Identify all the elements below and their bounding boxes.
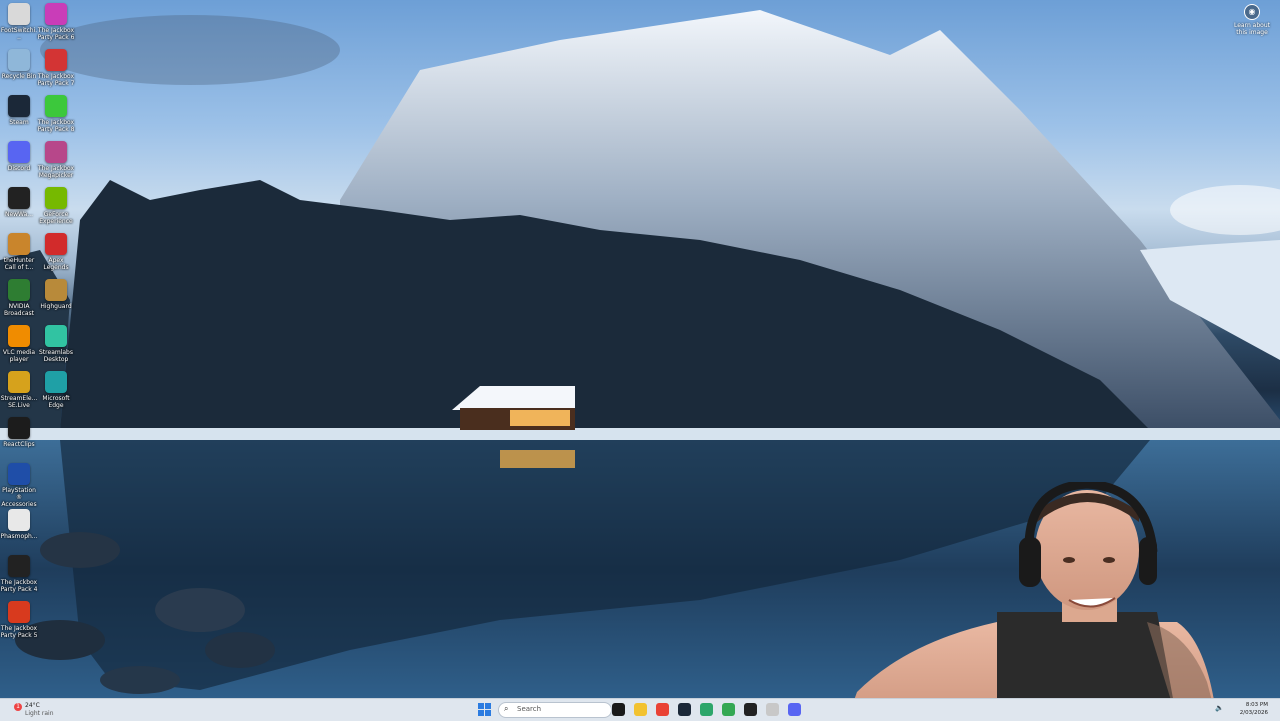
desktop-icon-label: The Jackbox Party Pack 6 bbox=[37, 27, 75, 41]
weather-temperature: 24°C bbox=[25, 702, 40, 709]
desktop-icon-label: The Jackbox Party Pack 8 bbox=[37, 119, 75, 133]
chrome-icon[interactable] bbox=[722, 703, 735, 716]
desktop-icon-label: Recycle Bin bbox=[1, 73, 37, 80]
desktop-icon[interactable]: PlayStation® Accessories bbox=[0, 463, 38, 508]
desktop-icon-label: The Jackbox Megapicker bbox=[37, 165, 75, 179]
webcam-overlay bbox=[847, 482, 1217, 720]
footswitch-icon bbox=[8, 3, 30, 25]
desktop-icon-label: Highguard bbox=[40, 303, 72, 310]
steam-icon bbox=[8, 95, 30, 117]
notes-icon[interactable] bbox=[766, 703, 779, 716]
desktop-icon-label: VLC media player bbox=[2, 349, 36, 363]
desktop-icon[interactable]: Streamlabs Desktop bbox=[37, 325, 75, 363]
file-explorer-icon[interactable] bbox=[634, 703, 647, 716]
app-icon bbox=[8, 187, 30, 209]
desktop-icon-label: theHunter Call of t... bbox=[3, 257, 35, 271]
jackbox4-icon bbox=[8, 555, 30, 577]
desktop-icon[interactable]: NVIDIA Broadcast bbox=[0, 279, 38, 317]
desktop-icon[interactable]: Phasmoph... bbox=[0, 509, 38, 540]
desktop-icon[interactable]: GeForce Experience bbox=[37, 187, 75, 225]
steam-icon[interactable] bbox=[678, 703, 691, 716]
desktop-icon[interactable]: The Jackbox Party Pack 4 bbox=[0, 555, 38, 593]
reactclips-icon bbox=[8, 417, 30, 439]
desktop-icon[interactable]: The Jackbox Party Pack 5 bbox=[0, 601, 38, 639]
highguard-icon bbox=[45, 279, 67, 301]
desktop-icon[interactable]: Highguard bbox=[37, 279, 75, 310]
discord-icon[interactable] bbox=[788, 703, 801, 716]
desktop-icon-label: Phasmoph... bbox=[0, 533, 38, 540]
edge-icon bbox=[45, 371, 67, 393]
desktop-icon[interactable]: StreamEle... SE.Live bbox=[0, 371, 38, 409]
desktop-icon[interactable]: The Jackbox Megapicker bbox=[37, 141, 75, 179]
desktop-icon[interactable]: The Jackbox Party Pack 7 bbox=[37, 49, 75, 87]
apex-icon bbox=[45, 233, 67, 255]
desktop-icon[interactable]: VLC media player bbox=[0, 325, 38, 363]
taskbar: 1 24°C Light rain ⌕ Search 🔈 8:03 PM 2/0… bbox=[0, 698, 1280, 721]
start-button[interactable] bbox=[478, 703, 491, 716]
camera-icon: ◉ bbox=[1244, 4, 1260, 20]
desktop-icon-label: The Jackbox Party Pack 5 bbox=[0, 625, 38, 639]
desktop-icon[interactable]: FootSwitchi... bbox=[0, 3, 38, 41]
jackbox-megapicker-icon bbox=[45, 141, 67, 163]
desktop-icon-label: Microsoft Edge bbox=[42, 395, 70, 409]
playstation-icon bbox=[8, 463, 30, 485]
clock-date: 2/03/2026 bbox=[1239, 710, 1268, 716]
obs-icon[interactable] bbox=[744, 703, 757, 716]
taskbar-search-box[interactable]: ⌕ Search bbox=[498, 702, 612, 718]
discord-icon bbox=[8, 141, 30, 163]
jackbox6-icon bbox=[45, 3, 67, 25]
desktop-icon[interactable]: NewWa... bbox=[0, 187, 38, 218]
desktop-icon-label: NVIDIA Broadcast bbox=[3, 303, 35, 317]
desktop-icon[interactable]: theHunter Call of t... bbox=[0, 233, 38, 271]
desktop-icon[interactable]: Recycle Bin bbox=[0, 49, 38, 80]
desktop-icon[interactable]: ReactClips bbox=[0, 417, 38, 448]
weather-alert-icon: 1 bbox=[14, 703, 22, 711]
desktop-icon-label: PlayStation® Accessories bbox=[1, 487, 37, 508]
streamlabs-icon bbox=[45, 325, 67, 347]
clock[interactable]: 8:03 PM 2/03/2026 bbox=[1240, 701, 1268, 717]
desktop-icon-label: Discord bbox=[7, 165, 31, 172]
learn-about-label: Learn about this image bbox=[1234, 22, 1270, 36]
desktop-icon-label: Steam bbox=[9, 119, 29, 126]
desktop-icon-label: GeForce Experience bbox=[39, 211, 73, 225]
recycle-bin-icon bbox=[8, 49, 30, 71]
desktop-icon[interactable]: The Jackbox Party Pack 6 bbox=[37, 3, 75, 41]
search-icon: ⌕ bbox=[504, 704, 509, 713]
desktop-icon[interactable]: Microsoft Edge bbox=[37, 371, 75, 409]
clock-time: 8:03 PM bbox=[1245, 702, 1268, 708]
jackbox8-icon bbox=[45, 95, 67, 117]
jackbox7-icon bbox=[45, 49, 67, 71]
search-placeholder: Search bbox=[517, 705, 542, 713]
learn-about-this-image-button[interactable]: ◉ Learn about this image bbox=[1230, 4, 1274, 36]
desktop-icon-label: FootSwitchi... bbox=[0, 27, 38, 41]
desktop-icon-label: NewWa... bbox=[4, 211, 34, 218]
phasmophobia-icon bbox=[8, 509, 30, 531]
app-icon[interactable] bbox=[700, 703, 713, 716]
windows-logo-icon bbox=[478, 703, 484, 709]
chrome-icon[interactable] bbox=[656, 703, 669, 716]
desktop-icon[interactable]: Steam bbox=[0, 95, 38, 126]
desktop-icon-label: Apex Legends bbox=[43, 257, 69, 271]
streamelements-icon bbox=[8, 371, 30, 393]
explorer-icon[interactable] bbox=[612, 703, 625, 716]
desktop-icon-label: The Jackbox Party Pack 7 bbox=[37, 73, 75, 87]
desktop-icon[interactable]: Apex Legends bbox=[37, 233, 75, 271]
desktop-icon-label: Streamlabs Desktop bbox=[39, 349, 73, 363]
geforce-icon bbox=[45, 187, 67, 209]
desktop-icon-label: The Jackbox Party Pack 4 bbox=[0, 579, 38, 593]
vlc-icon bbox=[8, 325, 30, 347]
desktop-icon-label: ReactClips bbox=[3, 441, 35, 448]
desktop-icon[interactable]: The Jackbox Party Pack 8 bbox=[37, 95, 75, 133]
desktop-icon[interactable]: Discord bbox=[0, 141, 38, 172]
desktop-icon-label: StreamEle... SE.Live bbox=[0, 395, 38, 409]
thehunter-icon bbox=[8, 233, 30, 255]
weather-condition: Light rain bbox=[25, 710, 54, 717]
volume-icon[interactable]: 🔈 bbox=[1215, 704, 1224, 712]
jackbox5-icon bbox=[8, 601, 30, 623]
nvidia-broadcast-icon bbox=[8, 279, 30, 301]
